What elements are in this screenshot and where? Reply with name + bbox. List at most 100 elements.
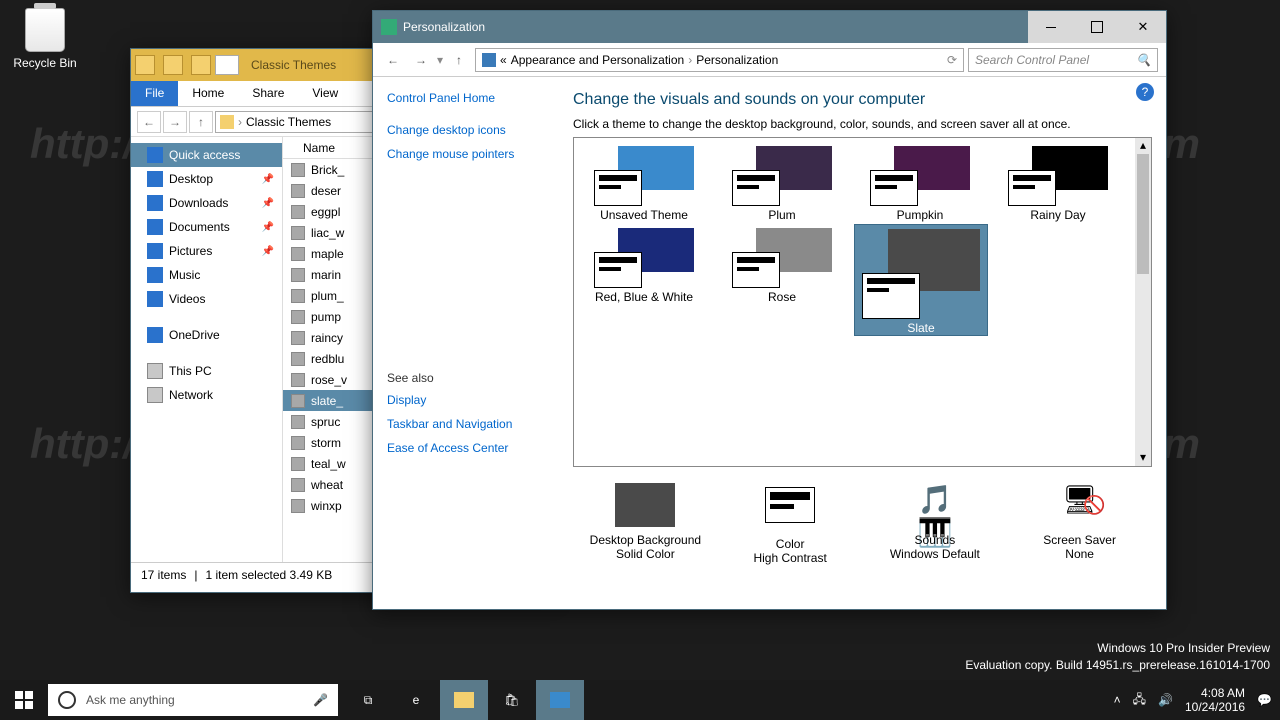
minimize-button[interactable] bbox=[1028, 11, 1074, 43]
folder-icon bbox=[220, 115, 234, 129]
file-icon bbox=[291, 499, 305, 513]
up-button[interactable]: ↑ bbox=[447, 48, 471, 72]
control-panel-home-link[interactable]: Control Panel Home bbox=[387, 91, 559, 105]
file-icon bbox=[291, 373, 305, 387]
status-selection: 1 item selected 3.49 KB bbox=[205, 568, 332, 582]
theme-settings-row: Desktop BackgroundSolid Color ColorHigh C… bbox=[573, 467, 1152, 565]
file-icon bbox=[291, 457, 305, 471]
theme-item[interactable]: Unsaved Theme bbox=[578, 142, 710, 222]
quick-dropdown[interactable] bbox=[215, 55, 239, 75]
window-title: Personalization bbox=[403, 20, 485, 34]
file-icon bbox=[291, 331, 305, 345]
sidebar-item[interactable]: Quick access bbox=[131, 143, 282, 167]
titlebar[interactable]: Personalization bbox=[373, 11, 1166, 43]
taskbar-edge[interactable]: e bbox=[392, 680, 440, 720]
sidebar-item[interactable]: Documents📌 bbox=[131, 215, 282, 239]
crumb-1[interactable]: Appearance and Personalization bbox=[511, 53, 684, 67]
tab-home[interactable]: Home bbox=[178, 81, 238, 106]
sidebar-item[interactable]: Downloads📌 bbox=[131, 191, 282, 215]
setting-sounds[interactable]: 🎵🎹SoundsWindows Default bbox=[875, 483, 995, 565]
theme-item[interactable]: Red, Blue & White bbox=[578, 224, 710, 336]
crumb-2[interactable]: Personalization bbox=[696, 53, 778, 67]
quick-icon[interactable] bbox=[191, 55, 211, 75]
tray-chevron-icon[interactable]: ˄ bbox=[1114, 693, 1121, 707]
sidebar-icon bbox=[147, 327, 163, 343]
change-desktop-icons-link[interactable]: Change desktop icons bbox=[387, 123, 559, 137]
volume-icon[interactable]: 🔊 bbox=[1158, 693, 1173, 707]
sidebar-item[interactable]: OneDrive bbox=[131, 323, 282, 347]
window-icon bbox=[381, 19, 397, 35]
sidebar-icon bbox=[147, 195, 163, 211]
theme-item[interactable]: Slate bbox=[854, 224, 988, 336]
change-mouse-pointers-link[interactable]: Change mouse pointers bbox=[387, 147, 559, 161]
explorer-title: Classic Themes bbox=[251, 58, 336, 72]
back-button[interactable]: ← bbox=[137, 111, 161, 133]
setting-desktop-background[interactable]: Desktop BackgroundSolid Color bbox=[585, 483, 705, 565]
explorer-sidebar: Quick accessDesktop📌Downloads📌Documents📌… bbox=[131, 137, 283, 562]
ease-of-access-link[interactable]: Ease of Access Center bbox=[387, 441, 559, 455]
taskbar-navigation-link[interactable]: Taskbar and Navigation bbox=[387, 417, 559, 431]
display-link[interactable]: Display bbox=[387, 393, 559, 407]
sidebar-item[interactable]: This PC bbox=[131, 359, 282, 383]
file-icon bbox=[291, 289, 305, 303]
theme-item[interactable]: Plum bbox=[716, 142, 848, 222]
sidebar-item[interactable]: Videos bbox=[131, 287, 282, 311]
network-icon[interactable]: 🖧 bbox=[1133, 690, 1146, 711]
maximize-button[interactable] bbox=[1074, 11, 1120, 43]
theme-item[interactable]: Rose bbox=[716, 224, 848, 336]
sidebar-icon bbox=[147, 291, 163, 307]
file-icon bbox=[291, 478, 305, 492]
back-button[interactable]: ← bbox=[381, 48, 405, 72]
page-hint: Click a theme to change the desktop back… bbox=[573, 117, 1152, 131]
sidebar-icon bbox=[147, 387, 163, 403]
sidebar-item[interactable]: Desktop📌 bbox=[131, 167, 282, 191]
theme-item[interactable]: Pumpkin bbox=[854, 142, 986, 222]
personalization-window: Personalization ← → ▾ ↑ « Appearance and… bbox=[372, 10, 1167, 610]
recycle-bin[interactable]: Recycle Bin bbox=[10, 8, 80, 70]
scrollbar[interactable]: ▴ ▾ bbox=[1135, 138, 1151, 466]
system-tray[interactable]: ˄ 🖧 🔊 4:08 AM 10/24/2016 💬 bbox=[1114, 686, 1280, 715]
file-icon bbox=[291, 436, 305, 450]
close-button[interactable] bbox=[1120, 11, 1166, 43]
cortana-search[interactable]: Ask me anything 🎤 bbox=[48, 684, 338, 716]
breadcrumb[interactable]: « Appearance and Personalization › Perso… bbox=[475, 48, 964, 72]
taskbar-explorer[interactable] bbox=[440, 680, 488, 720]
sidebar-icon bbox=[147, 267, 163, 283]
forward-button[interactable]: → bbox=[163, 111, 187, 133]
taskbar-control-panel[interactable] bbox=[536, 680, 584, 720]
file-icon bbox=[291, 268, 305, 282]
sidebar-icon bbox=[147, 243, 163, 259]
tab-file[interactable]: File bbox=[131, 81, 178, 106]
file-icon bbox=[291, 394, 305, 408]
sidebar-item[interactable]: Pictures📌 bbox=[131, 239, 282, 263]
tab-share[interactable]: Share bbox=[238, 81, 298, 106]
tab-view[interactable]: View bbox=[298, 81, 352, 106]
file-icon bbox=[291, 205, 305, 219]
file-icon bbox=[291, 247, 305, 261]
recycle-bin-label: Recycle Bin bbox=[10, 56, 80, 70]
sidebar-icon bbox=[147, 363, 163, 379]
notifications-icon[interactable]: 💬 bbox=[1257, 693, 1272, 707]
up-button[interactable]: ↑ bbox=[189, 111, 213, 133]
task-view-button[interactable]: ⧉ bbox=[344, 680, 392, 720]
clock[interactable]: 4:08 AM 10/24/2016 bbox=[1185, 686, 1245, 715]
desktop-build-info: Windows 10 Pro Insider Preview Evaluatio… bbox=[965, 640, 1270, 674]
sidebar-item[interactable]: Music bbox=[131, 263, 282, 287]
help-icon[interactable]: ? bbox=[1136, 83, 1154, 101]
file-icon bbox=[291, 415, 305, 429]
file-icon bbox=[291, 184, 305, 198]
forward-button[interactable]: → bbox=[409, 48, 433, 72]
taskbar-store[interactable]: 🛍 bbox=[488, 680, 536, 720]
search-input[interactable]: Search Control Panel 🔍 bbox=[968, 48, 1158, 72]
quick-icon[interactable] bbox=[163, 55, 183, 75]
sidebar-icon bbox=[147, 171, 163, 187]
sidebar-item[interactable]: Network bbox=[131, 383, 282, 407]
theme-item[interactable]: Rainy Day bbox=[992, 142, 1124, 222]
taskbar: Ask me anything 🎤 ⧉ e 🛍 ˄ 🖧 🔊 4:08 AM 10… bbox=[0, 680, 1280, 720]
page-heading: Change the visuals and sounds on your co… bbox=[573, 91, 1152, 109]
file-icon bbox=[291, 163, 305, 177]
setting-screen-saver[interactable]: 🖥🚫Screen SaverNone bbox=[1020, 483, 1140, 565]
setting-color[interactable]: ColorHigh Contrast bbox=[730, 483, 850, 565]
start-button[interactable] bbox=[0, 680, 48, 720]
folder-icon bbox=[135, 55, 155, 75]
